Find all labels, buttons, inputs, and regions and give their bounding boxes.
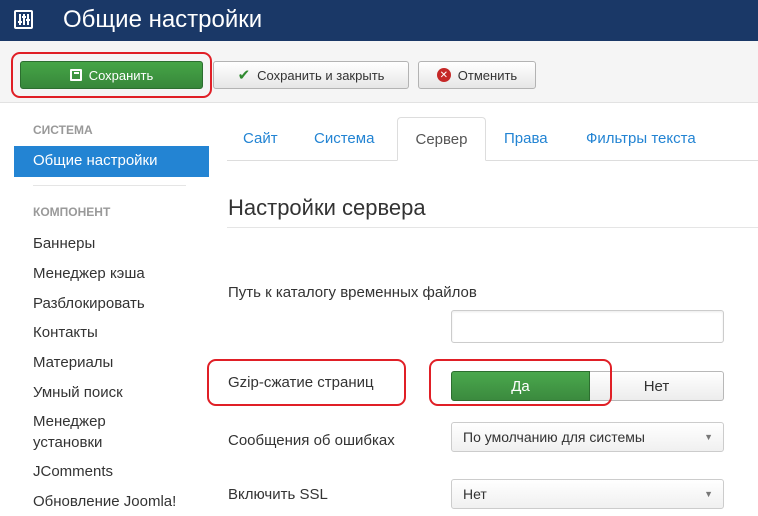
sidebar-item-installer-line1[interactable]: Менеджер bbox=[33, 411, 106, 432]
dropdown-arrow-icon: ▼ bbox=[704, 489, 713, 499]
force-ssl-label: Включить SSL bbox=[228, 486, 328, 503]
error-reporting-label: Сообщения об ошибках bbox=[228, 432, 395, 449]
sidebar-item-banners[interactable]: Баннеры bbox=[33, 233, 95, 254]
cancel-icon: ✕ bbox=[436, 68, 451, 82]
settings-sliders-icon bbox=[14, 10, 33, 29]
tmp-path-input[interactable] bbox=[451, 310, 724, 343]
save-and-close-label: Сохранить и закрыть bbox=[257, 67, 385, 83]
sidebar-heading-system: СИСТЕМА bbox=[33, 123, 93, 137]
force-ssl-select[interactable]: Нет ▼ bbox=[451, 479, 724, 509]
error-reporting-select[interactable]: По умолчанию для системы ▼ bbox=[451, 422, 724, 452]
gzip-label-highlight-box bbox=[207, 359, 406, 406]
sidebar-item-contacts[interactable]: Контакты bbox=[33, 322, 98, 343]
page-title: Общие настройки bbox=[63, 6, 263, 33]
section-divider bbox=[227, 227, 758, 228]
cancel-button-label: Отменить bbox=[457, 67, 518, 83]
check-icon: ✔ bbox=[237, 67, 251, 84]
dropdown-arrow-icon: ▼ bbox=[704, 432, 713, 442]
error-reporting-value: По умолчанию для системы bbox=[463, 429, 645, 445]
save-highlight-box bbox=[11, 52, 212, 98]
tab-text-filters[interactable]: Фильтры текста bbox=[586, 117, 696, 161]
tmp-path-label: Путь к каталогу временных файлов bbox=[228, 284, 477, 301]
force-ssl-value: Нет bbox=[463, 486, 487, 502]
sidebar-item-cache-manager[interactable]: Менеджер кэша bbox=[33, 263, 145, 284]
sidebar-item-jcomments[interactable]: JComments bbox=[33, 461, 113, 482]
save-and-close-button[interactable]: ✔ Сохранить и закрыть bbox=[213, 61, 409, 89]
sidebar-item-unlock[interactable]: Разблокировать bbox=[33, 293, 145, 314]
sidebar-divider bbox=[33, 185, 186, 186]
tab-site[interactable]: Сайт bbox=[243, 117, 278, 161]
settings-tabs: Сайт Система Сервер Права Фильтры текста bbox=[227, 117, 758, 161]
sidebar-item-articles[interactable]: Материалы bbox=[33, 352, 113, 373]
sidebar-item-smart-search[interactable]: Умный поиск bbox=[33, 382, 123, 403]
sidebar-item-installer-line2[interactable]: установки bbox=[33, 432, 102, 453]
section-title: Настройки сервера bbox=[228, 195, 426, 220]
sidebar-heading-component: КОМПОНЕНТ bbox=[33, 205, 111, 219]
tab-permissions[interactable]: Права bbox=[504, 117, 548, 161]
cancel-button[interactable]: ✕ Отменить bbox=[418, 61, 536, 89]
tab-server[interactable]: Сервер bbox=[397, 117, 486, 161]
tab-system[interactable]: Система bbox=[314, 117, 374, 161]
sidebar-item-general-settings[interactable]: Общие настройки bbox=[14, 146, 209, 177]
app-header: Общие настройки bbox=[0, 0, 758, 41]
sidebar-item-joomla-update[interactable]: Обновление Joomla! bbox=[33, 491, 176, 512]
gzip-toggle-highlight-box bbox=[429, 359, 612, 406]
